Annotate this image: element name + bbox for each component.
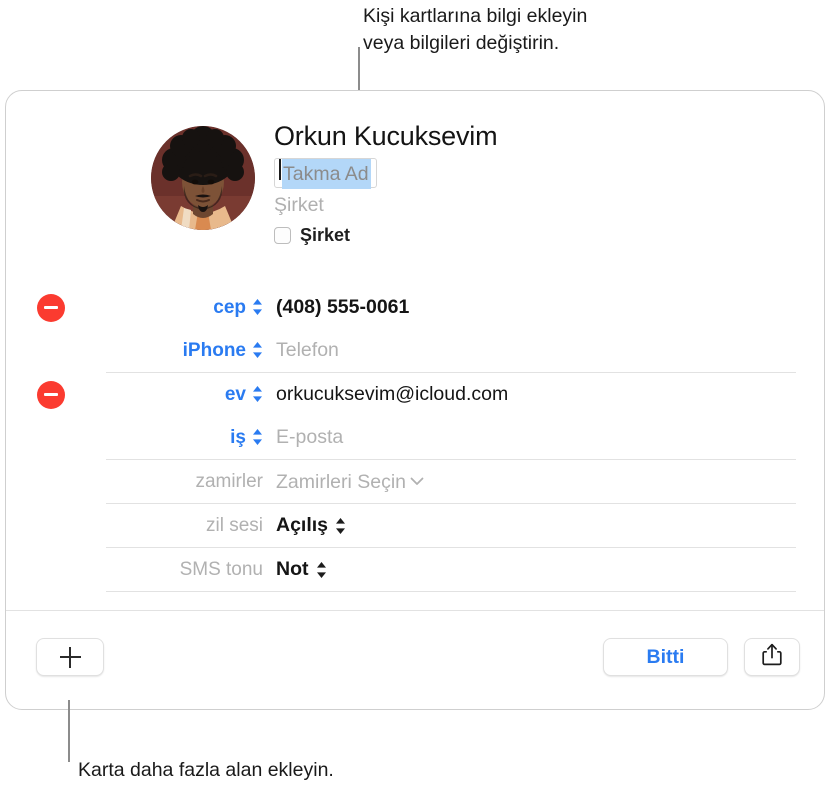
nickname-placeholder: Takma Ad bbox=[282, 159, 371, 189]
company-input[interactable]: Şirket bbox=[274, 192, 497, 218]
field-row[interactable]: cep (408) 555-0061 bbox=[6, 286, 824, 329]
remove-field-button[interactable] bbox=[37, 293, 65, 322]
stepper-icon[interactable] bbox=[316, 561, 327, 579]
field-separator bbox=[106, 591, 796, 592]
contact-card: Orkun Kucuksevim Takma Ad Şirket Şirket … bbox=[5, 90, 825, 710]
field-group-phone: cep (408) 555-0061 iPhone Telefon bbox=[6, 286, 824, 372]
company-checkbox-label: Şirket bbox=[300, 225, 351, 245]
stepper-icon[interactable] bbox=[335, 517, 346, 535]
field-row[interactable]: SMS tonu Not bbox=[6, 548, 824, 591]
field-group-ringtone: zil sesi Açılış bbox=[6, 504, 824, 547]
contact-card-header: Orkun Kucuksevim Takma Ad Şirket Şirket bbox=[6, 91, 824, 286]
stepper-icon[interactable] bbox=[252, 428, 263, 446]
field-label-text: zil sesi bbox=[205, 514, 263, 536]
field-label: zil sesi bbox=[101, 515, 266, 537]
field-label[interactable]: iPhone bbox=[101, 340, 266, 362]
field-value[interactable]: (408) 555-0061 bbox=[276, 296, 409, 319]
field-value[interactable]: Telefon bbox=[276, 339, 339, 362]
minus-icon bbox=[44, 305, 58, 310]
field-value-text: Zamirleri Seçin bbox=[276, 471, 407, 493]
callout-top-text: Kişi kartlarına bilgi ekleyin veya bilgi… bbox=[363, 5, 588, 54]
field-row[interactable]: iPhone Telefon bbox=[6, 329, 824, 372]
field-value-text: Açılış bbox=[276, 514, 329, 536]
field-value[interactable]: Açılış bbox=[276, 514, 346, 537]
field-label-text: iPhone bbox=[182, 339, 246, 361]
share-button[interactable] bbox=[744, 638, 800, 676]
field-label-text: ev bbox=[224, 383, 246, 405]
callout-bottom-leader-line bbox=[68, 700, 70, 762]
minus-icon bbox=[44, 392, 58, 397]
share-icon bbox=[762, 643, 782, 671]
field-label: SMS tonu bbox=[101, 559, 266, 581]
field-group-email: ev orkucuksevim@icloud.com iş E-posta bbox=[6, 373, 824, 459]
stepper-icon[interactable] bbox=[252, 385, 263, 403]
field-value[interactable]: Not bbox=[276, 558, 327, 581]
field-row[interactable]: iş E-posta bbox=[6, 416, 824, 459]
field-row[interactable]: zamirler Zamirleri Seçin bbox=[6, 460, 824, 503]
field-label-text: iş bbox=[230, 426, 246, 448]
field-list: cep (408) 555-0061 iPhone Telefon ev ork… bbox=[6, 286, 824, 592]
contact-name[interactable]: Orkun Kucuksevim bbox=[274, 119, 498, 153]
field-row[interactable]: zil sesi Açılış bbox=[6, 504, 824, 547]
field-value[interactable]: E-posta bbox=[276, 426, 343, 449]
stepper-icon[interactable] bbox=[252, 341, 263, 359]
field-label-text: cep bbox=[213, 296, 246, 318]
field-value-text: Not bbox=[276, 558, 309, 580]
avatar[interactable] bbox=[151, 126, 255, 230]
callout-bottom-text: Karta daha fazla alan ekleyin. bbox=[78, 759, 334, 781]
field-group-text-tone: SMS tonu Not bbox=[6, 548, 824, 591]
plus-icon bbox=[59, 646, 81, 668]
done-button[interactable]: Bitti bbox=[603, 638, 728, 676]
add-field-button[interactable] bbox=[36, 638, 104, 676]
field-value[interactable]: Zamirleri Seçin bbox=[276, 469, 424, 494]
nickname-input[interactable]: Takma Ad bbox=[274, 158, 377, 189]
field-group-pronouns: zamirler Zamirleri Seçin bbox=[6, 460, 824, 503]
done-button-label: Bitti bbox=[646, 645, 685, 668]
field-label[interactable]: ev bbox=[101, 384, 266, 406]
card-toolbar: Bitti bbox=[6, 611, 824, 701]
name-block: Orkun Kucuksevim Takma Ad Şirket Şirket bbox=[274, 119, 498, 246]
field-label[interactable]: iş bbox=[101, 427, 266, 449]
remove-field-button[interactable] bbox=[37, 380, 65, 409]
chevron-down-icon[interactable] bbox=[410, 469, 424, 492]
company-checkbox[interactable] bbox=[274, 227, 291, 244]
field-value[interactable]: orkucuksevim@icloud.com bbox=[276, 383, 508, 406]
field-label[interactable]: cep bbox=[101, 297, 266, 319]
field-label-text: zamirler bbox=[195, 470, 263, 492]
company-checkbox-row[interactable]: Şirket bbox=[274, 225, 497, 246]
field-row[interactable]: ev orkucuksevim@icloud.com bbox=[6, 373, 824, 416]
stepper-icon[interactable] bbox=[252, 298, 263, 316]
field-label: zamirler bbox=[101, 471, 266, 493]
text-cursor bbox=[279, 159, 281, 180]
field-label-text: SMS tonu bbox=[179, 558, 263, 580]
